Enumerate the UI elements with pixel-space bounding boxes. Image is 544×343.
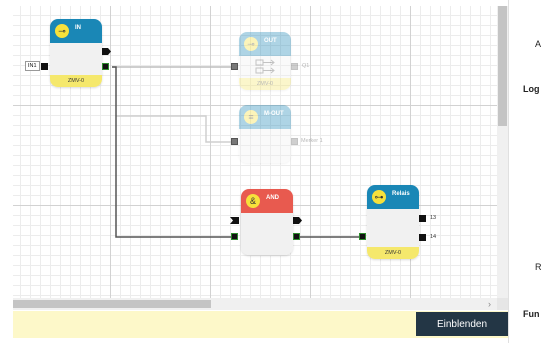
- in-block-header: ⊸ IN: [50, 19, 102, 43]
- horizontal-scrollbar[interactable]: ›: [13, 298, 497, 310]
- and-block-header: & AND: [241, 189, 293, 213]
- mout-block-header: ≡ M-OUT: [239, 105, 291, 129]
- right-panel: A Log R Fun: [508, 0, 544, 343]
- and-block-title: AND: [266, 195, 279, 201]
- ampersand-icon: &: [246, 194, 260, 208]
- and-input2-pin[interactable]: [231, 233, 238, 240]
- horizontal-scrollbar-thumb[interactable]: [13, 300, 211, 308]
- output-arrows-icon: [255, 59, 275, 74]
- relais-output-pin-14[interactable]: [419, 234, 426, 241]
- out-block[interactable]: ⊸ OUT ZMV-0: [239, 32, 291, 90]
- show-button[interactable]: Einblenden: [416, 312, 508, 336]
- mout-block[interactable]: ≡ M-OUT: [239, 105, 291, 163]
- mout-input-pin[interactable]: [231, 138, 238, 145]
- out-block-body: [239, 56, 291, 78]
- and-block[interactable]: & AND: [241, 189, 293, 255]
- out-input-pin[interactable]: [231, 63, 238, 70]
- in-block-body: [50, 43, 102, 75]
- in-input-label: IN1: [25, 61, 40, 71]
- right-panel-label-r: R: [535, 262, 542, 272]
- and-input1-connector-icon[interactable]: [230, 217, 240, 224]
- relais-output-label-14: 14: [430, 234, 437, 240]
- relais-block-header: ⊶ Relais: [367, 185, 419, 209]
- mout-output-label: Merker 1: [301, 138, 323, 144]
- relais-block-body: [367, 209, 419, 247]
- mout-block-body: [239, 129, 291, 163]
- relais-output-pin-13[interactable]: [419, 215, 426, 222]
- relais-block[interactable]: ⊶ Relais ZMV-0: [367, 185, 419, 259]
- right-panel-label-a: A: [535, 39, 542, 49]
- mout-block-title: M-OUT: [264, 111, 284, 117]
- relais-block-footer: ZMV-0: [367, 247, 419, 259]
- in-block-title: IN: [75, 25, 81, 31]
- and-output-connector-icon[interactable]: [293, 217, 303, 224]
- in-block-footer: ZMV-0: [50, 75, 102, 87]
- wire-in-to-mout[interactable]: [116, 115, 237, 143]
- in-input-pin[interactable]: [41, 63, 48, 70]
- relais-input-pin[interactable]: [359, 233, 366, 240]
- in-output-pin[interactable]: [102, 63, 109, 70]
- right-panel-label-log: Log: [523, 84, 540, 94]
- relay-icon: ⊶: [372, 190, 386, 204]
- in-block[interactable]: ⊸ IN ZMV-0: [50, 19, 102, 87]
- out-block-title: OUT: [264, 38, 277, 44]
- in-output-connector-icon[interactable]: [102, 48, 112, 55]
- output-icon: ⊸: [244, 37, 258, 51]
- vertical-scrollbar-thumb[interactable]: [498, 6, 507, 126]
- out-output-pin[interactable]: [291, 63, 298, 70]
- right-panel-label-fun: Fun: [523, 309, 540, 319]
- memory-output-icon: ≡: [244, 110, 258, 124]
- scrollbar-corner: [497, 298, 508, 310]
- mout-output-pin[interactable]: [291, 138, 298, 145]
- relais-block-title: Relais: [392, 191, 410, 197]
- out-block-header: ⊸ OUT: [239, 32, 291, 56]
- relais-output-label-13: 13: [430, 215, 437, 221]
- and-output-pin[interactable]: [293, 233, 300, 240]
- out-block-footer: ZMV-0: [239, 78, 291, 90]
- input-icon: ⊸: [55, 24, 69, 38]
- scroll-right-arrow-icon[interactable]: ›: [488, 298, 491, 310]
- out-output-label: Q1: [302, 63, 310, 69]
- vertical-scrollbar[interactable]: [497, 6, 508, 298]
- and-block-body: [241, 213, 293, 255]
- logic-canvas[interactable]: IN1 ⊸ IN ZMV-0 ⊸ OUT ZMV-0 Q1 ≡ M-OUT Me…: [13, 6, 497, 298]
- wire-in-to-and[interactable]: [112, 66, 235, 238]
